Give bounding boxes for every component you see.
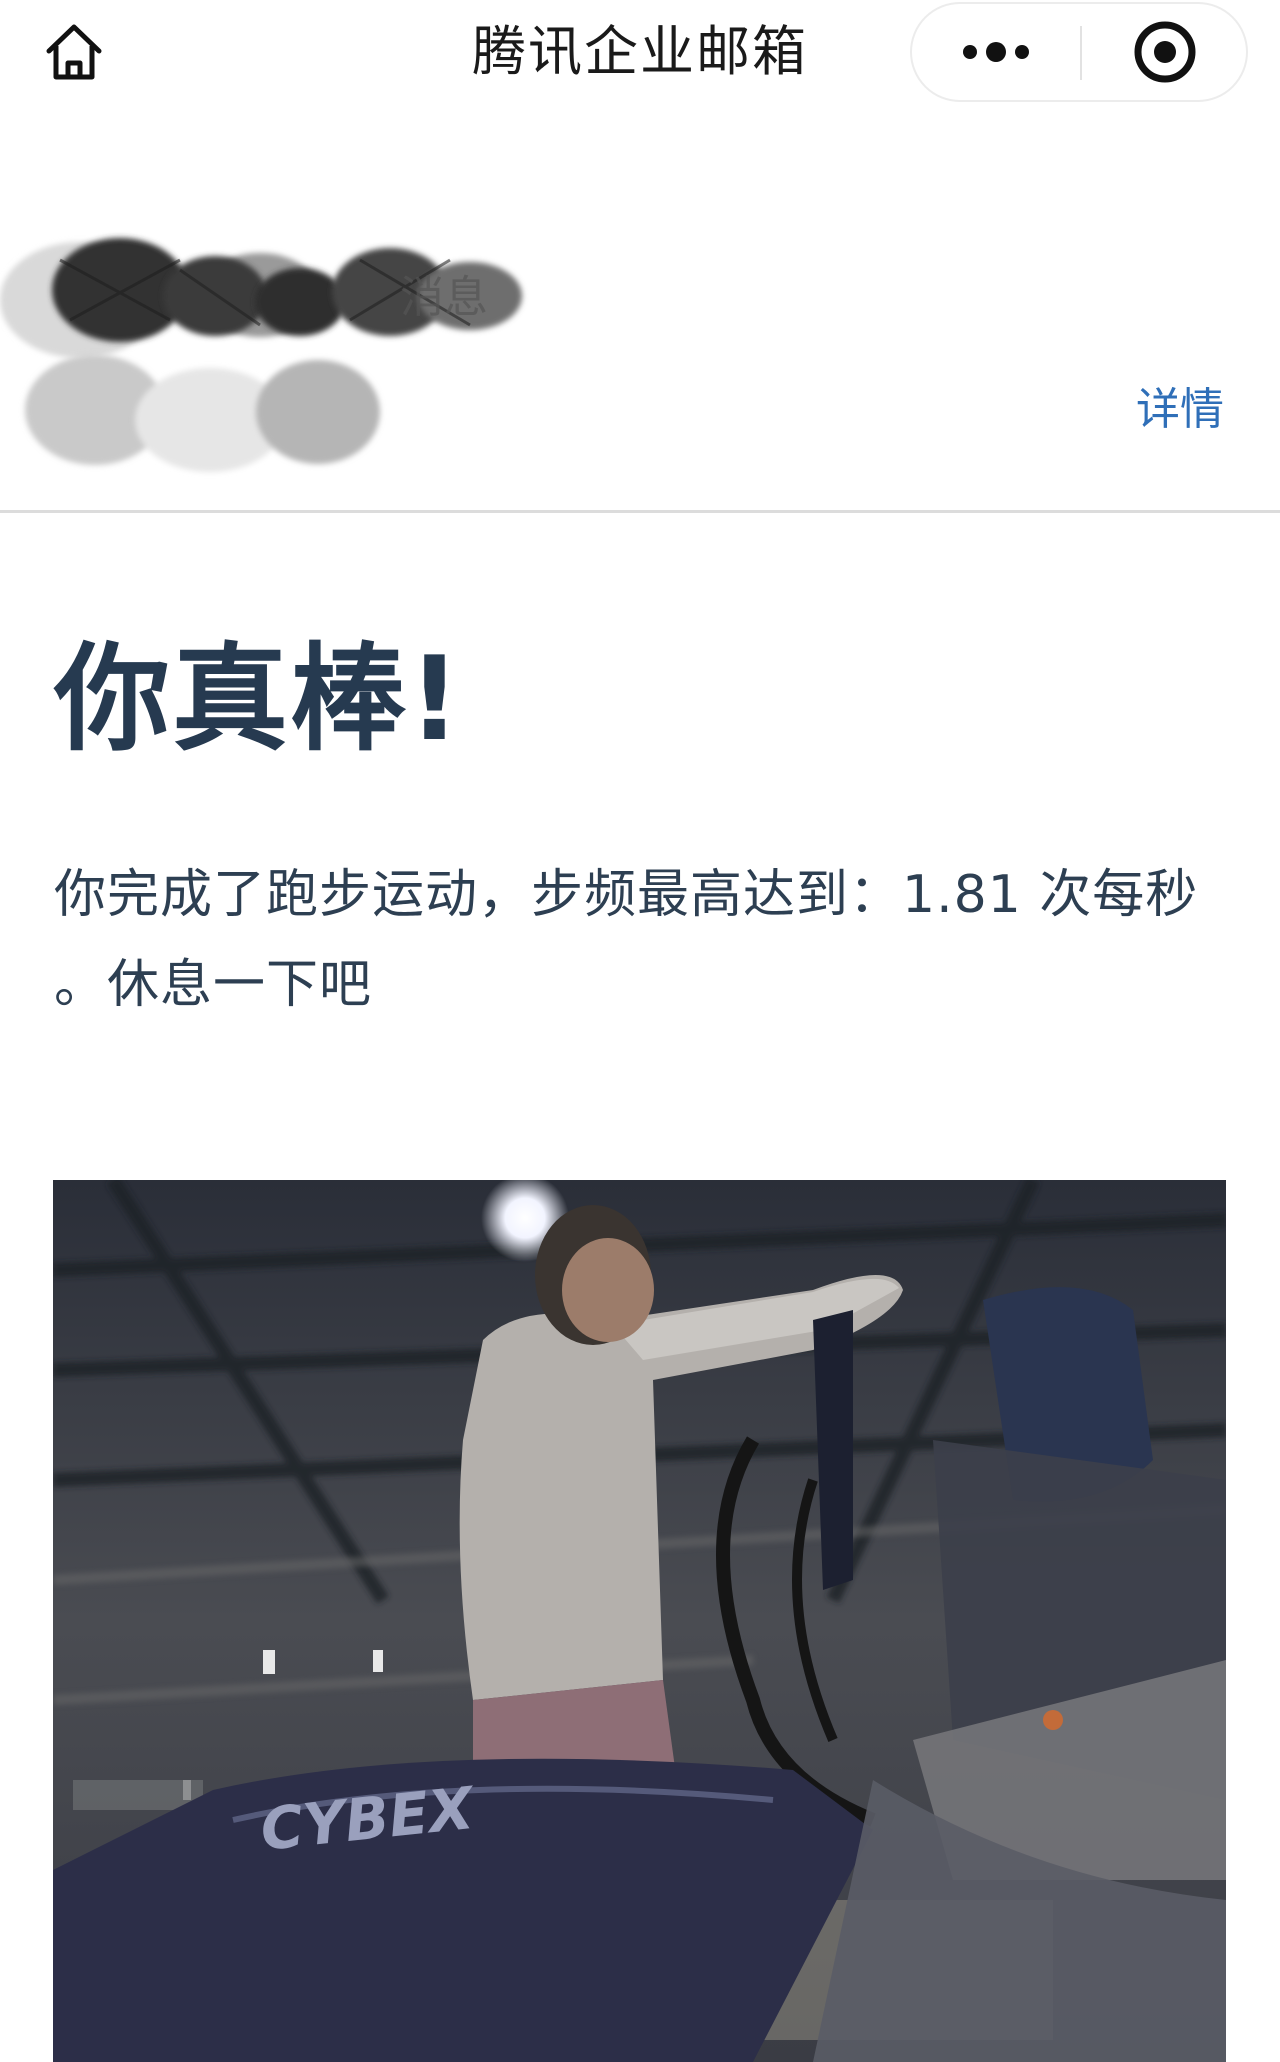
more-button[interactable]: [912, 4, 1080, 100]
target-close-icon: [1134, 21, 1196, 83]
home-button[interactable]: [36, 14, 112, 90]
sender-name-fragment: 消息: [400, 272, 488, 323]
close-button[interactable]: [1082, 4, 1248, 100]
exercise-photo: CYBEX: [53, 1180, 1226, 2062]
message-body: 你完成了跑步运动，步频最高达到：1.81 次每秒 。休息一下吧: [54, 865, 1199, 1015]
more-dots-icon: [963, 42, 1029, 62]
redacted-sender-info: 消息: [0, 238, 522, 472]
photo-illustration: CYBEX: [53, 1180, 1226, 2062]
top-nav-bar: 腾讯企业邮箱: [0, 0, 1280, 104]
home-icon: [46, 24, 102, 80]
headline: 你真棒!: [54, 632, 463, 767]
mini-program-capsule: [910, 2, 1248, 102]
header-divider: [0, 510, 1280, 513]
detail-link[interactable]: 详情: [1136, 378, 1224, 442]
